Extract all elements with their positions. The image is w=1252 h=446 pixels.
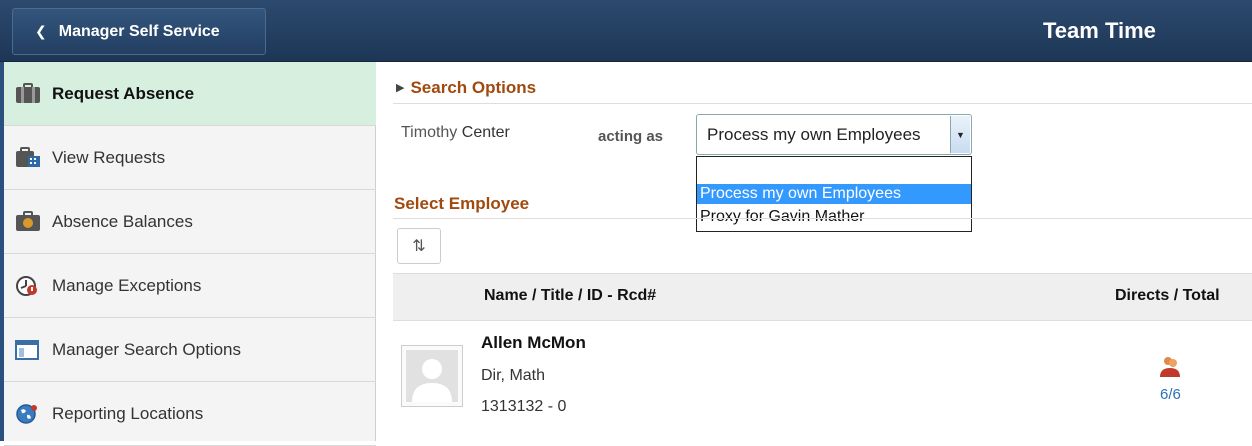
briefcase-icon: [14, 82, 42, 105]
sidebar-item-label: View Requests: [52, 147, 166, 167]
column-header-name: Name / Title / ID - Rcd#: [484, 287, 657, 304]
caret-right-icon: ▶: [396, 82, 405, 94]
user-last-name: Center: [461, 124, 510, 141]
sidebar-item-request-absence[interactable]: Request Absence: [4, 62, 376, 126]
search-options-toggle[interactable]: ▶ Search Options: [396, 78, 536, 98]
current-user-name: Timothy Center: [401, 124, 510, 142]
back-button[interactable]: ❮ Manager Self Service: [12, 8, 266, 55]
back-button-label: Manager Self Service: [58, 22, 220, 40]
employee-id: 1313132 - 0: [481, 398, 567, 415]
search-options-label: Search Options: [410, 78, 537, 97]
sidebar-item-label: Manage Exceptions: [52, 275, 202, 295]
select-employee-heading: Select Employee: [394, 194, 530, 213]
dropdown-option-own-employees[interactable]: Process my own Employees: [697, 184, 971, 204]
dropdown-arrow-icon[interactable]: ▼: [950, 116, 970, 153]
acting-as-selected-value: Process my own Employees: [707, 124, 921, 144]
top-header: ❮ Manager Self Service Team Time: [0, 0, 1252, 62]
avatar: [401, 345, 463, 407]
directs-total-link[interactable]: 6/6: [1160, 386, 1181, 403]
sort-button[interactable]: ⇅: [397, 228, 441, 264]
divider: [393, 218, 1252, 219]
sidebar: Request Absence View Requests Absence Ba…: [4, 62, 376, 446]
employee-name[interactable]: Allen McMon: [481, 333, 586, 353]
sidebar-item-manage-exceptions[interactable]: Manage Exceptions: [4, 254, 376, 318]
page-title: Team Time: [1043, 18, 1156, 43]
person-placeholder-icon: [412, 359, 452, 402]
sidebar-item-view-requests[interactable]: View Requests: [4, 126, 376, 190]
balance-briefcase-icon: [14, 210, 42, 233]
employee-title: Dir, Math: [481, 367, 546, 384]
sidebar-item-manager-search-options[interactable]: Manager Search Options: [4, 318, 376, 382]
sidebar-item-label: Request Absence: [52, 83, 195, 103]
calendar-briefcase-icon: [14, 146, 42, 169]
sidebar-item-absence-balances[interactable]: Absence Balances: [4, 190, 376, 254]
acting-as-label: acting as: [598, 128, 664, 145]
divider: [393, 103, 1252, 104]
chevron-left-icon: ❮: [35, 23, 47, 39]
acting-as-select[interactable]: Process my own Employees ▼: [696, 114, 972, 155]
sidebar-item-label: Manager Search Options: [52, 339, 241, 359]
user-first-name: Timothy: [401, 124, 458, 141]
clock-alert-icon: [14, 275, 42, 297]
sidebar-item-label: Absence Balances: [52, 211, 193, 231]
sort-arrows-icon: ⇅: [412, 238, 426, 255]
sidebar-item-reporting-locations[interactable]: Reporting Locations: [4, 382, 376, 446]
people-group-icon[interactable]: [1157, 355, 1183, 379]
sidebar-item-label: Reporting Locations: [52, 403, 204, 423]
acting-as-dropdown-list: Process my own Employees Proxy for Gavin…: [696, 156, 972, 232]
dropdown-option-proxy-gavin[interactable]: Proxy for Gavin Mather: [697, 207, 971, 227]
globe-icon: [14, 403, 42, 425]
column-header-directs: Directs / Total: [1115, 287, 1220, 304]
window-options-icon: [14, 339, 42, 361]
